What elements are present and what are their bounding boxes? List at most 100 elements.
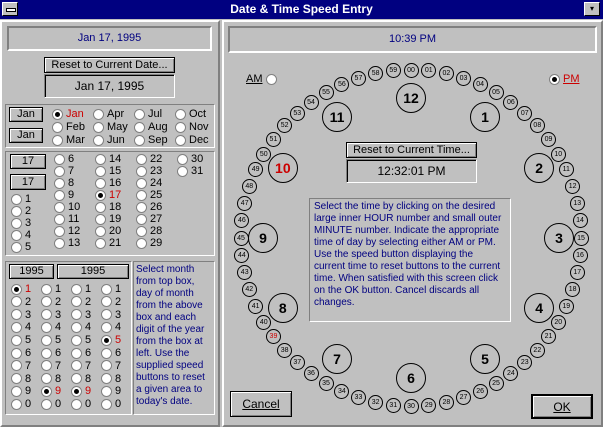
month-radio-feb[interactable]: Feb [52,121,85,134]
day-radio-25-circle[interactable] [136,189,147,201]
day-radio-12-circle[interactable] [54,225,65,237]
year-digit-3-radio-3[interactable]: 3 [71,309,91,322]
month-radio-apr-circle[interactable] [93,108,104,120]
restore-button[interactable]: ▾ [584,2,600,16]
minute-button-16[interactable]: 16 [572,248,588,264]
minute-button-48[interactable]: 48 [241,178,257,194]
year-digit-2-radio-5[interactable]: 5 [41,334,61,347]
day-radio-22-circle[interactable] [136,153,147,165]
minute-button-12[interactable]: 12 [565,178,581,194]
hour-button-4[interactable]: 4 [524,293,555,323]
year-digit-3-radio-7-circle[interactable] [71,360,82,372]
minute-button-40[interactable]: 40 [256,314,272,330]
day-radio-27-circle[interactable] [136,213,147,225]
hour-button-9[interactable]: 9 [248,223,278,253]
month-radio-mar-circle[interactable] [52,134,63,146]
minute-button-38[interactable]: 38 [277,342,293,358]
day-radio-13-circle[interactable] [54,237,65,249]
year-digit-4-radio-6-circle[interactable] [101,347,112,359]
year-digit-4-radio-3[interactable]: 3 [101,309,121,322]
year-digit-4-radio-8-circle[interactable] [101,373,112,385]
year-digit-2-radio-2[interactable]: 2 [41,296,61,309]
month-radio-mar[interactable]: Mar [52,134,85,147]
year-digit-3-radio-5[interactable]: 5 [71,334,91,347]
year-digit-1-radio-7[interactable]: 7 [11,360,31,373]
year-digit-3-radio-8[interactable]: 8 [71,373,91,386]
minute-button-28[interactable]: 28 [438,394,454,410]
year-digit-2-radio-6-circle[interactable] [41,347,52,359]
year-digit-1-radio-9[interactable]: 9 [11,385,31,398]
day-radio-16-circle[interactable] [95,177,106,189]
year-digit-1-radio-3-circle[interactable] [11,309,22,321]
system-menu-button[interactable] [2,2,18,16]
year-digit-4-radio-5[interactable]: 5 [101,334,121,347]
pm-radio[interactable]: PM [549,73,580,86]
year-digit-1-radio-0[interactable]: 0 [11,398,31,411]
month-radio-oct-circle[interactable] [175,108,186,120]
year-digit-3-radio-5-circle[interactable] [71,334,82,346]
year-digit-1-radio-0-circle[interactable] [11,398,22,410]
year-digit-4-radio-9[interactable]: 9 [101,385,121,398]
year-digit-1-radio-1[interactable]: 1 [11,283,31,296]
year-digit-2-radio-6[interactable]: 6 [41,347,61,360]
minute-button-15[interactable]: 15 [573,230,589,246]
year-digit-4-radio-2-circle[interactable] [101,296,112,308]
year-digit-2-radio-7[interactable]: 7 [41,360,61,373]
year-digit-2-radio-3-circle[interactable] [41,309,52,321]
month-radio-nov-circle[interactable] [175,121,186,133]
year-digit-4-radio-7-circle[interactable] [101,360,112,372]
year-digit-2-radio-0[interactable]: 0 [41,398,61,411]
year-digit-1-radio-5-circle[interactable] [11,334,22,346]
minute-button-26[interactable]: 26 [472,383,488,399]
year-digit-3-radio-0[interactable]: 0 [71,398,91,411]
year-digit-2-radio-8[interactable]: 8 [41,373,61,386]
minute-button-55[interactable]: 55 [318,85,334,100]
minute-button-53[interactable]: 53 [289,105,305,121]
cancel-button[interactable]: Cancel [230,391,292,417]
day-radio-23-circle[interactable] [136,165,147,177]
day-radio-26-circle[interactable] [136,201,147,213]
hour-button-12[interactable]: 12 [396,83,426,113]
minute-button-45[interactable]: 45 [233,230,249,246]
minute-button-09[interactable]: 09 [541,131,557,147]
year-digit-3-radio-9-circle[interactable] [71,385,82,397]
year-digit-3-radio-2-circle[interactable] [71,296,82,308]
minute-button-14[interactable]: 14 [572,212,588,228]
day-radio-21[interactable]: 21 [95,237,121,250]
day-radio-30-circle[interactable] [177,153,188,165]
year-digit-4-radio-9-circle[interactable] [101,385,112,397]
year-digit-2-radio-5-circle[interactable] [41,334,52,346]
day-radio-13[interactable]: 13 [54,237,80,250]
minute-button-41[interactable]: 41 [248,298,264,314]
year-digit-1-radio-4[interactable]: 4 [11,321,31,334]
year-digit-1-radio-5[interactable]: 5 [11,334,31,347]
day-radio-1-circle[interactable] [11,193,22,205]
month-radio-aug[interactable]: Aug [134,121,168,134]
minute-button-47[interactable]: 47 [237,195,253,211]
day-radio-31-circle[interactable] [177,165,188,177]
month-radio-sep-circle[interactable] [134,134,145,146]
month-radio-apr[interactable]: Apr [93,108,124,121]
day-speed-button-top[interactable]: 17 [10,154,46,169]
month-radio-jun-circle[interactable] [93,134,104,146]
hour-button-8[interactable]: 8 [267,293,298,323]
am-radio[interactable]: AM [246,73,277,86]
minute-button-22[interactable]: 22 [529,342,545,358]
day-radio-21-circle[interactable] [95,237,106,249]
minute-button-25[interactable]: 25 [488,375,504,391]
month-radio-sep[interactable]: Sep [134,134,168,147]
minute-button-29[interactable]: 29 [421,397,437,413]
minute-button-07[interactable]: 07 [517,105,533,121]
day-radio-31[interactable]: 31 [177,165,203,178]
year-digit-4-radio-3-circle[interactable] [101,309,112,321]
hour-button-1[interactable]: 1 [470,101,500,132]
minute-button-19[interactable]: 19 [558,298,574,314]
year-digit-3-radio-6[interactable]: 6 [71,347,91,360]
day-radio-5[interactable]: 5 [11,241,31,254]
minute-button-51[interactable]: 51 [265,131,281,147]
day-radio-11-circle[interactable] [54,213,65,225]
year-digit-4-radio-4-circle[interactable] [101,321,112,333]
current-date-value[interactable]: Jan 17, 1995 [44,74,175,98]
minute-button-13[interactable]: 13 [569,195,585,211]
year-digit-1-radio-2[interactable]: 2 [11,296,31,309]
